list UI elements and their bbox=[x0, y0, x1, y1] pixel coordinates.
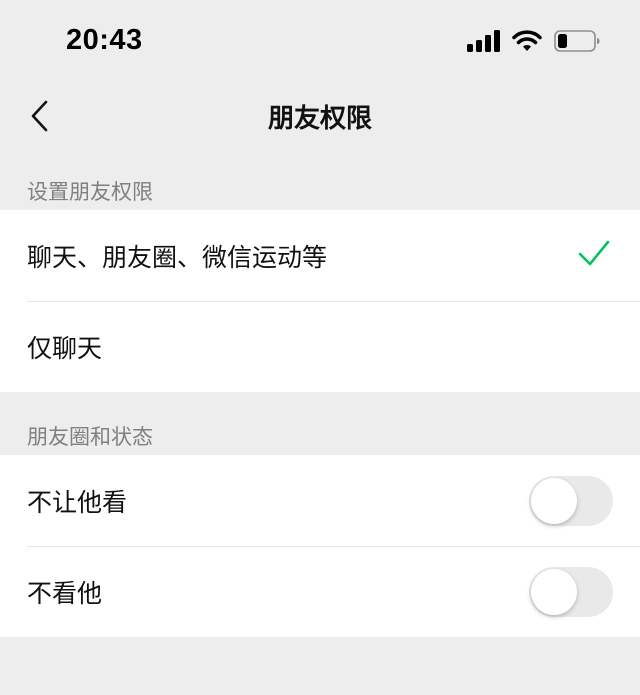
nav-bar: 朋友权限 bbox=[0, 86, 640, 146]
page-title: 朋友权限 bbox=[267, 104, 372, 134]
option-label: 仅聊天 bbox=[27, 333, 103, 363]
checkmark-icon bbox=[578, 240, 610, 266]
toggle-label: 不让他看 bbox=[27, 487, 128, 517]
toggle-row-hide-my-posts: 不让他看 bbox=[0, 455, 640, 546]
option-chat-only[interactable]: 仅聊天 bbox=[0, 301, 640, 392]
toggle-knob bbox=[531, 569, 577, 615]
toggle-row-hide-their-posts: 不看他 bbox=[0, 546, 640, 637]
toggle-label: 不看他 bbox=[27, 578, 103, 608]
status-bar: 20:43 bbox=[0, 0, 640, 86]
moments-toggles-group: 不让他看 不看他 bbox=[0, 455, 640, 637]
battery-icon bbox=[554, 30, 600, 52]
hide-my-posts-toggle[interactable] bbox=[529, 476, 613, 526]
option-chat-moments-werun[interactable]: 聊天、朋友圈、微信运动等 bbox=[0, 210, 640, 301]
status-icons bbox=[467, 30, 600, 52]
signal-icon bbox=[467, 30, 500, 52]
toggle-knob bbox=[531, 478, 577, 524]
section-header-permissions: 设置朋友权限 bbox=[27, 180, 153, 204]
option-label: 聊天、朋友圈、微信运动等 bbox=[27, 242, 328, 272]
status-time: 20:43 bbox=[66, 24, 143, 56]
permission-options-group: 聊天、朋友圈、微信运动等 仅聊天 bbox=[0, 210, 640, 392]
hide-their-posts-toggle[interactable] bbox=[529, 567, 613, 617]
section-header-moments-status: 朋友圈和状态 bbox=[27, 425, 153, 449]
wifi-icon bbox=[512, 30, 542, 51]
